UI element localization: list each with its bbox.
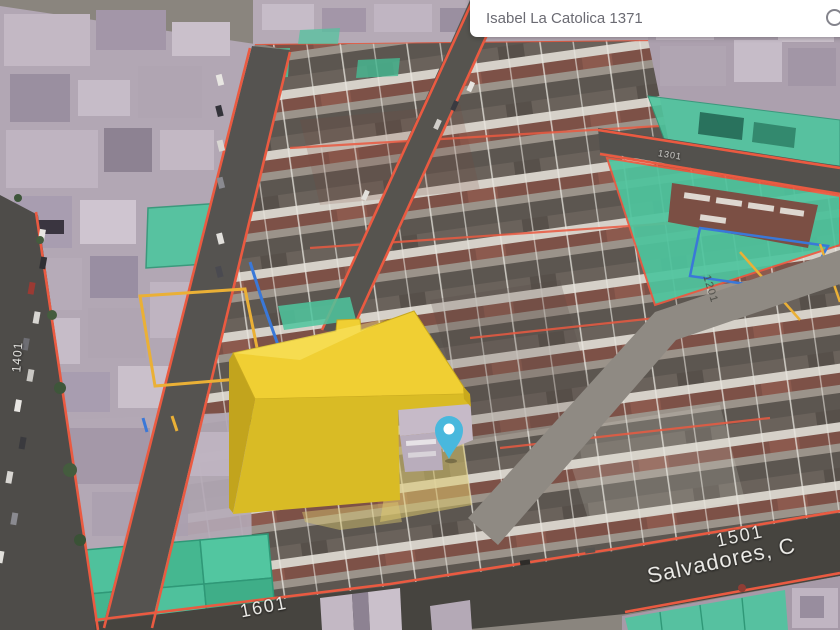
search-bar — [470, 0, 840, 37]
map-canvas — [0, 0, 840, 630]
search-input[interactable] — [484, 9, 798, 28]
map-3d-view[interactable]: 1401 1301 1201 1601 1501 Salvadores, C — [0, 0, 840, 630]
search-icon[interactable] — [826, 9, 840, 26]
street-label-1401: 1401 — [9, 341, 26, 373]
